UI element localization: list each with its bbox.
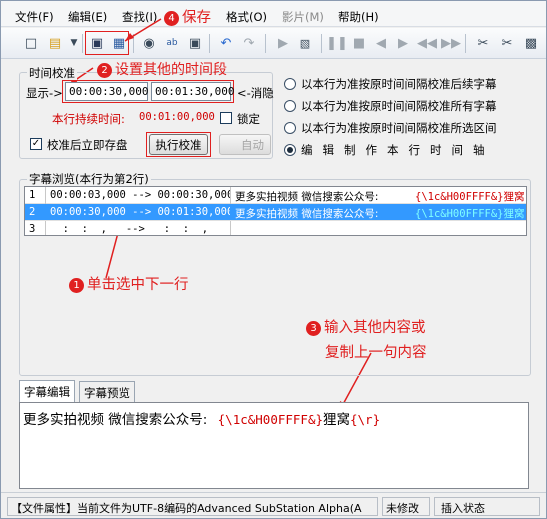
- table-row[interactable]: 3 : : , --> : : ,: [25, 221, 526, 235]
- column-divider: [230, 221, 231, 235]
- open-dropdown-icon[interactable]: ▼: [64, 33, 84, 53]
- annotation-input: 3 输入其他内容或: [306, 316, 426, 337]
- cut-start-icon[interactable]: ✂: [473, 33, 493, 53]
- toolbar: □ ▤ ▼ ▣ ▦ ◉ ab ▣ ↶ ↷ ▶ ▧ ❚❚ ■ ◀ ▶ ◀◀ ▶▶ …: [1, 28, 546, 59]
- rewind-icon[interactable]: ◀◀: [417, 33, 437, 53]
- duration-label: 本行持续时间:: [52, 112, 125, 126]
- radio-edit-timeline-label: 编辑制作本行时间轴: [301, 143, 495, 157]
- status-mode: 插入状态: [434, 497, 540, 516]
- column-divider: [45, 221, 46, 235]
- cancel-label: <-消隐: [237, 86, 274, 100]
- forward-icon[interactable]: ▶▶: [441, 33, 461, 53]
- film-icon[interactable]: ▩: [521, 33, 541, 53]
- editor-tag-end: {\r}: [350, 412, 381, 427]
- radio-all-label: 以本行为准按原时间间隔校准所有字幕: [301, 99, 497, 113]
- annotation-input-line2: 复制上一句内容: [325, 345, 427, 361]
- radio-range[interactable]: [284, 122, 296, 134]
- row-number: 1: [29, 189, 36, 201]
- row-time: 00:00:30,000 --> 00:01:30,000: [50, 206, 230, 218]
- execute-calibration-button[interactable]: 执行校准: [149, 134, 208, 155]
- radio-following[interactable]: [284, 78, 296, 90]
- menu-find[interactable]: 查找(I): [122, 9, 157, 25]
- annotation-4-badge: 4: [164, 11, 179, 26]
- toolbar-separator: [82, 34, 83, 53]
- table-row-selected[interactable]: 2 00:00:30,000 --> 00:01:30,000 更多实拍视频 微…: [25, 204, 526, 221]
- save-highlight-box: [85, 31, 129, 55]
- row-tag: {\1c&H00FFFF&}狸窝: [415, 191, 525, 203]
- next-icon[interactable]: ▶: [393, 33, 413, 53]
- annotation-3-badge: 3: [306, 321, 321, 336]
- timeline-icon[interactable]: ▧: [295, 33, 315, 53]
- save-after-checkbox[interactable]: ✓: [30, 138, 42, 150]
- annotation-time-range: 2 设置其他的时间段: [97, 59, 227, 79]
- tab-preview[interactable]: 字幕预览: [79, 381, 135, 402]
- browse-group-title: 字幕浏览(本行为第2行): [27, 171, 151, 187]
- prev-icon[interactable]: ◀: [371, 33, 391, 53]
- menu-edit[interactable]: 编辑(E): [68, 9, 107, 25]
- row-text: 更多实拍视频 微信搜索公众号:: [235, 191, 379, 203]
- toolbar-separator: [465, 34, 466, 53]
- annotation-1-badge: 1: [69, 278, 84, 293]
- menu-help[interactable]: 帮助(H): [338, 9, 379, 25]
- tab-edit[interactable]: 字幕编辑: [19, 380, 75, 402]
- radio-all[interactable]: [284, 100, 296, 112]
- status-modified: 未修改: [382, 497, 430, 516]
- app-window: 文件(F) 编辑(E) 查找(I) 格式(O) 影片(M) 帮助(H) 4 保存 …: [0, 0, 547, 519]
- redo-icon[interactable]: ↷: [239, 33, 259, 53]
- table-row[interactable]: 1 00:00:03,000 --> 00:00:30,000 更多实拍视频 微…: [25, 187, 526, 204]
- annotation-4-text: 保存: [182, 10, 211, 26]
- menu-video[interactable]: 影片(M): [282, 9, 324, 25]
- status-file-info: 【文件属性】当前文件为UTF-8编码的Advanced SubStation A…: [7, 497, 378, 516]
- cut-end-icon[interactable]: ✂: [497, 33, 517, 53]
- toolbar-separator: [209, 34, 210, 53]
- auto-button[interactable]: 自动: [219, 134, 271, 155]
- row-time: : : , --> : : ,: [50, 223, 209, 235]
- toolbar-separator: [265, 34, 266, 53]
- subtitle-editor[interactable]: 更多实拍视频 微信搜索公众号: {\1c&H00FFFF&}狸窝{\r}: [19, 402, 529, 489]
- radio-edit-timeline[interactable]: [284, 144, 296, 156]
- row-number: 3: [29, 223, 36, 235]
- editor-text: 更多实拍视频 微信搜索公众号:: [23, 412, 208, 428]
- open-folder-icon[interactable]: ▤: [45, 33, 65, 53]
- menu-bar: 文件(F) 编辑(E) 查找(I) 格式(O) 影片(M) 帮助(H): [1, 1, 546, 27]
- annotation-1-text: 单击选中下一行: [87, 277, 189, 293]
- editor-tail: 狸窝: [323, 412, 350, 428]
- column-divider: [230, 187, 231, 204]
- toolbar-separator: [133, 34, 134, 53]
- start-time-field[interactable]: 00:00:30,000: [65, 82, 148, 101]
- annotation-save: 4 保存: [164, 6, 211, 27]
- lock-label: 锁定: [237, 112, 260, 126]
- undo-icon[interactable]: ↶: [216, 33, 236, 53]
- annotation-3-line1: 输入其他内容或: [324, 320, 426, 336]
- find-next-icon[interactable]: ▣: [185, 33, 205, 53]
- play-icon[interactable]: ▶: [273, 33, 293, 53]
- row-text: 更多实拍视频 微信搜索公众号:: [235, 208, 379, 220]
- annotation-2-text: 设置其他的时间段: [115, 62, 227, 78]
- annotation-select-row: 1 单击选中下一行: [69, 273, 189, 294]
- annotation-2-badge: 2: [97, 63, 112, 78]
- toolbar-separator: [321, 34, 322, 53]
- display-label: 显示->: [26, 86, 63, 100]
- radio-following-label: 以本行为准按原时间间隔校准后续字幕: [301, 77, 497, 91]
- column-divider: [45, 187, 46, 204]
- radio-range-label: 以本行为准按原时间间隔校准所选区间: [301, 121, 497, 135]
- end-time-field[interactable]: 00:01:30,000: [151, 82, 234, 101]
- status-bar: 【文件属性】当前文件为UTF-8编码的Advanced SubStation A…: [1, 492, 546, 518]
- replace-icon[interactable]: ab: [162, 33, 182, 53]
- find-icon[interactable]: ◉: [139, 33, 159, 53]
- subtitle-list[interactable]: 1 00:00:03,000 --> 00:00:30,000 更多实拍视频 微…: [24, 186, 527, 236]
- row-tag: {\1c&H00FFFF&}狸窝: [415, 208, 525, 220]
- row-time: 00:00:03,000 --> 00:00:30,000: [50, 189, 230, 201]
- menu-file[interactable]: 文件(F): [15, 9, 54, 25]
- menu-format[interactable]: 格式(O): [226, 9, 267, 25]
- editor-tag: {\1c&H00FFFF&}: [217, 412, 323, 427]
- new-file-icon[interactable]: □: [21, 33, 41, 53]
- lock-checkbox[interactable]: [220, 112, 232, 124]
- timing-group-title: 时间校准: [27, 65, 77, 81]
- stop-icon[interactable]: ■: [349, 33, 369, 53]
- pause-icon[interactable]: ❚❚: [326, 33, 348, 53]
- save-after-label: 校准后立即存盘: [47, 138, 128, 152]
- duration-value: 00:01:00,000: [139, 111, 215, 123]
- row-number: 2: [29, 206, 36, 218]
